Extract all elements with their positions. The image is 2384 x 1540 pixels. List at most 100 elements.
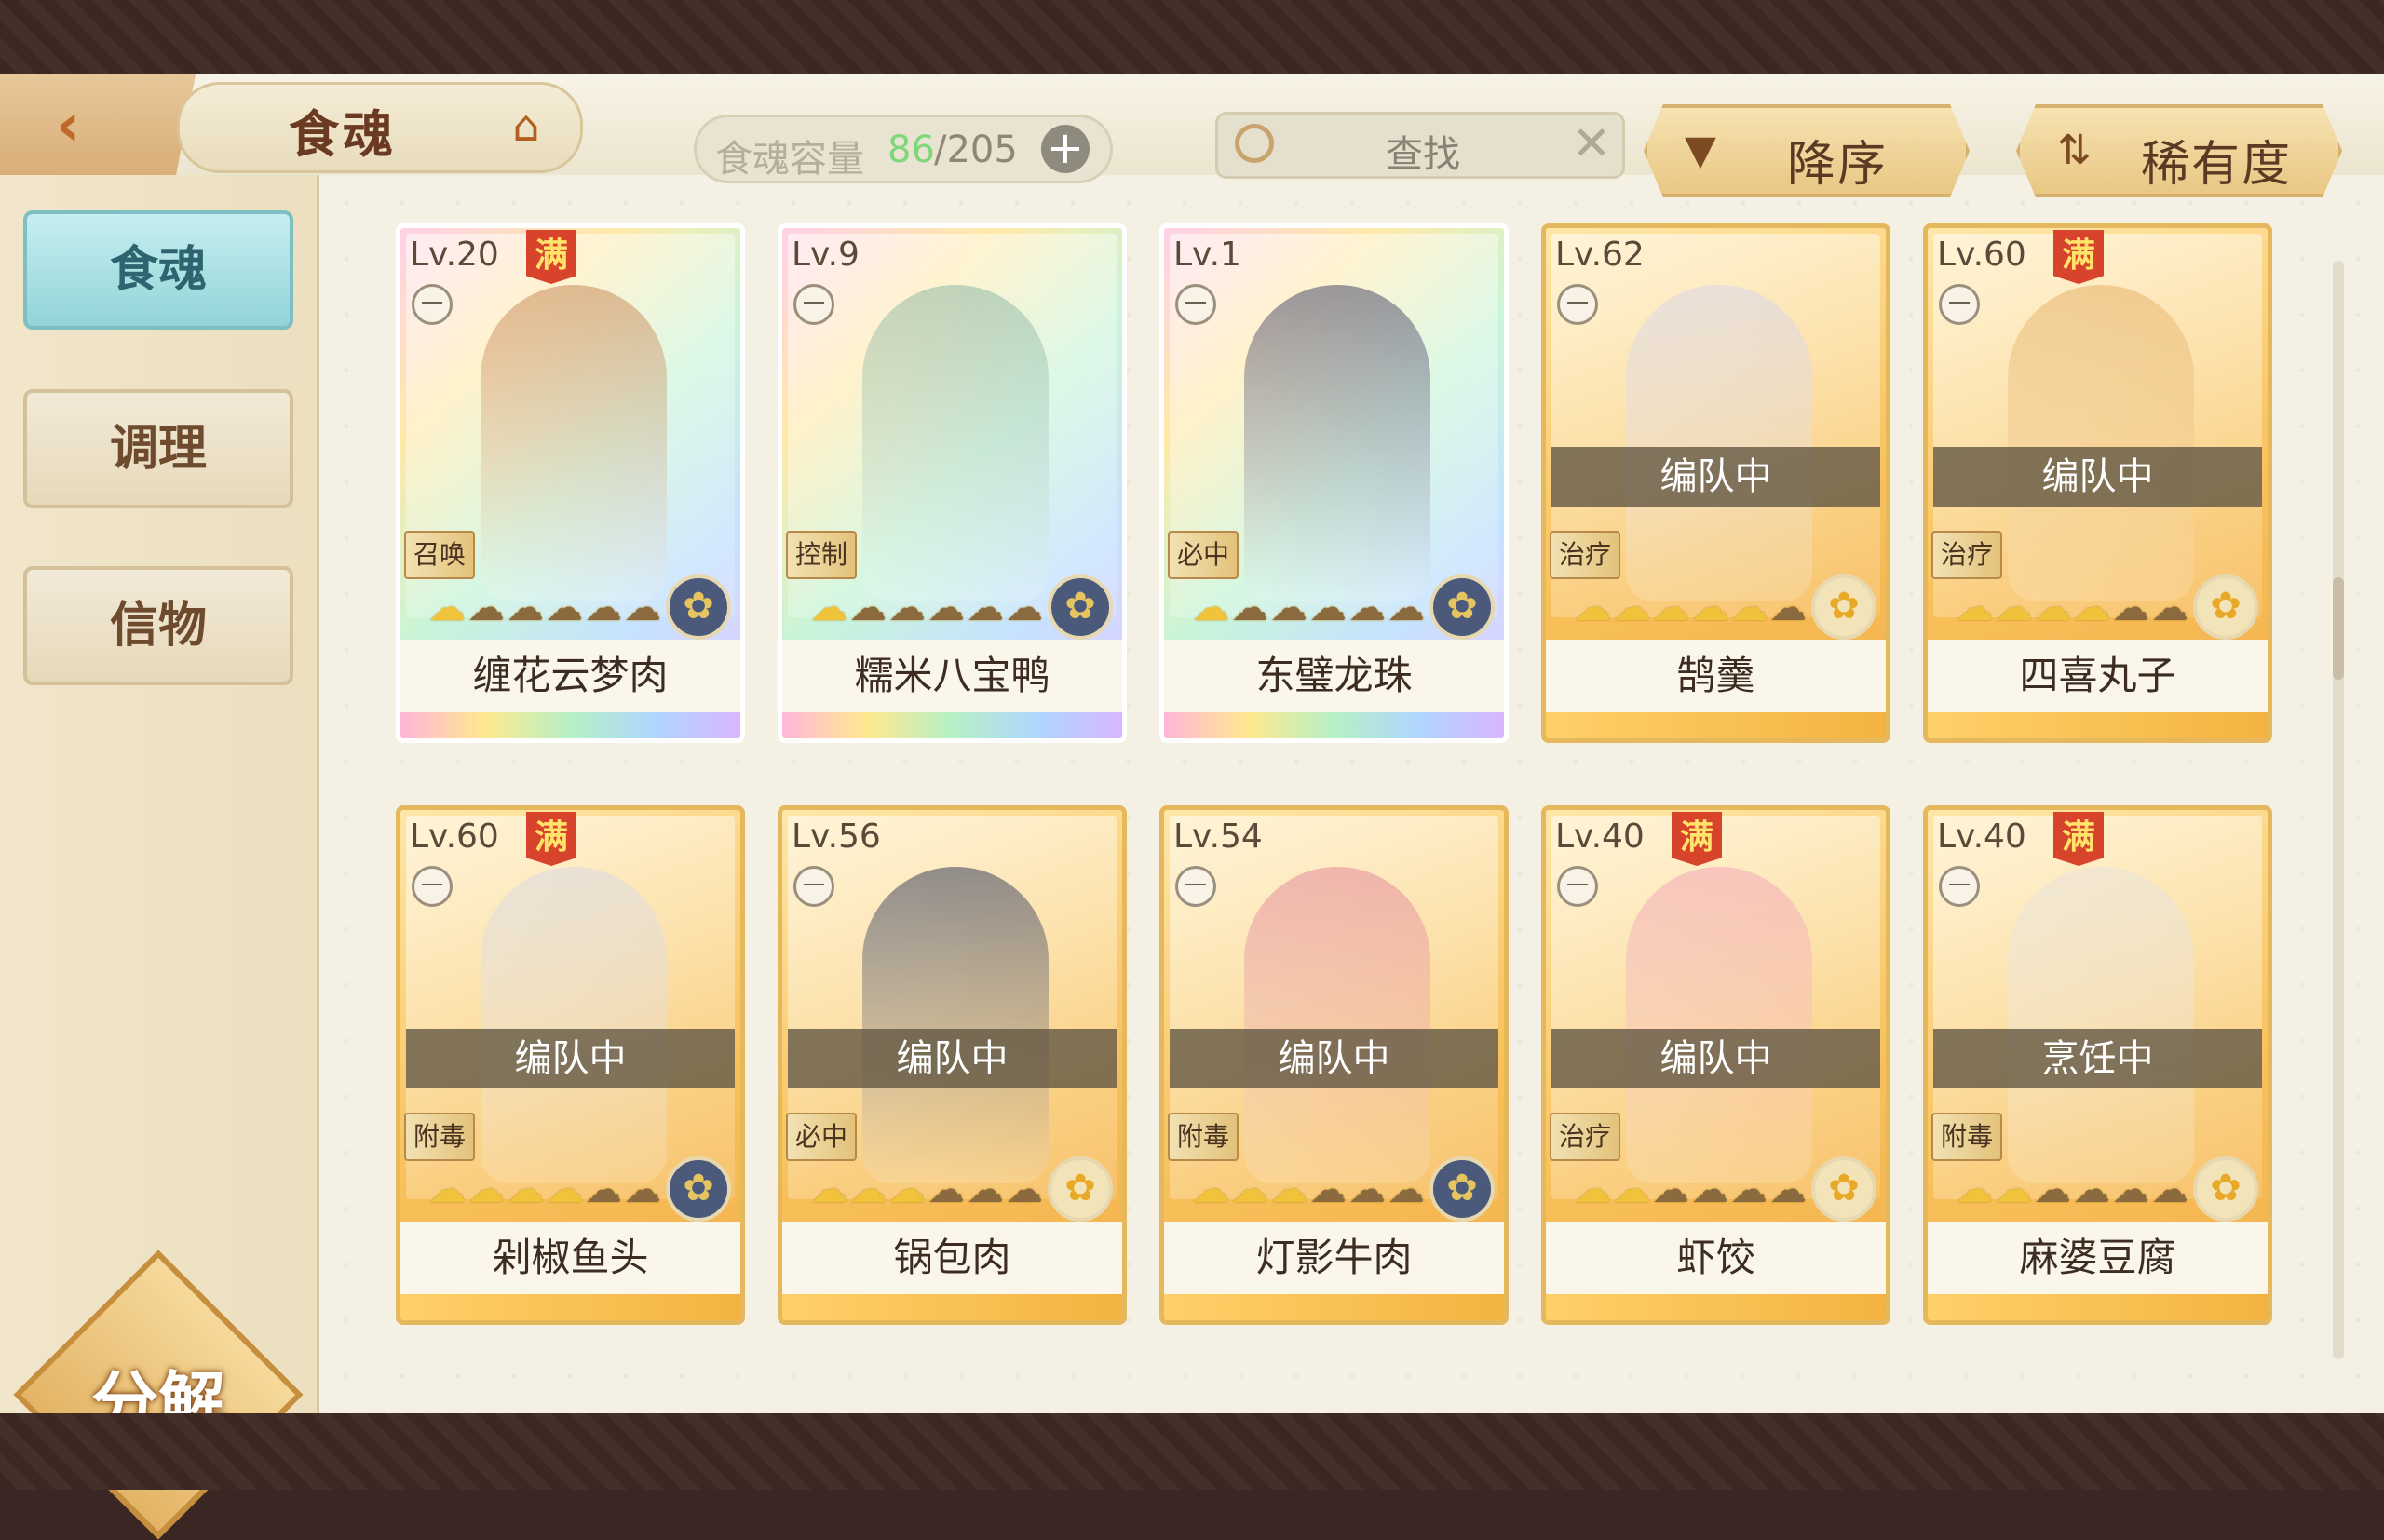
food-soul-card[interactable]: Lv.60 满一编队中 附毒 ☁☁☁☁☁☁ ✿ 剁椒鱼头 [396, 805, 745, 1325]
card-footer [400, 712, 740, 738]
back-button[interactable]: ‹ [0, 74, 196, 175]
character-figure [1244, 285, 1430, 601]
level-label: Lv.1 [1173, 236, 1241, 274]
flower-emblem-icon: ✿ [666, 574, 731, 640]
level-label: Lv.40 [1555, 817, 1645, 856]
flower-emblem-icon: ✿ [1429, 1156, 1495, 1222]
star-empty-icon: ☁ [1388, 1169, 1427, 1211]
sidebar-item-conditioning[interactable]: 调理 [23, 389, 293, 508]
status-label: 烹饪中 [1933, 1029, 2262, 1088]
star-empty-icon: ☁ [585, 1169, 624, 1211]
star-empty-icon: ☁ [2073, 1169, 2112, 1211]
character-figure [1626, 867, 1812, 1183]
star-empty-icon: ☁ [1652, 1169, 1691, 1211]
role-tag: 必中 [1168, 531, 1239, 579]
bowl-icon: 一 [1939, 284, 1980, 325]
food-soul-name: 东璧龙珠 [1164, 640, 1504, 712]
character-figure [1244, 867, 1430, 1183]
header-bar: ‹ 食魂 ⌂ 食魂容量 86 /205 + 查找 ✕ ▼ 降序 ⇅ 稀有度 [0, 74, 2384, 197]
card-footer [1928, 1294, 2268, 1320]
food-soul-card[interactable]: Lv.9 一控制 ☁☁☁☁☁☁ ✿ 糯米八宝鸭 [778, 223, 1127, 743]
star-empty-icon: ☁ [1309, 587, 1348, 629]
star-filled-icon: ☁ [888, 1169, 928, 1211]
level-label: Lv.54 [1173, 817, 1263, 856]
top-frame [0, 0, 2384, 74]
star-filled-icon: ☁ [507, 1169, 546, 1211]
star-empty-icon: ☁ [546, 587, 585, 629]
bowl-icon: 一 [412, 866, 453, 907]
star-filled-icon: ☁ [428, 1169, 467, 1211]
card-footer [1546, 1294, 1886, 1320]
card-footer [1164, 712, 1504, 738]
star-filled-icon: ☁ [849, 1169, 888, 1211]
flower-emblem-icon: ✿ [1811, 574, 1876, 640]
sort-field-button[interactable]: ⇅ 稀有度 [2016, 104, 2342, 197]
status-label: 编队中 [1551, 447, 1880, 507]
search-input[interactable]: 查找 ✕ [1215, 112, 1625, 179]
status-label: 编队中 [788, 1029, 1117, 1088]
bowl-icon: 一 [1557, 284, 1598, 325]
star-empty-icon: ☁ [2112, 587, 2151, 629]
max-level-badge: 满 [526, 230, 576, 284]
character-figure [2008, 285, 2194, 601]
food-soul-card[interactable]: Lv.56 一编队中 必中 ☁☁☁☁☁☁ ✿ 锅包肉 [778, 805, 1127, 1325]
sort-order-button[interactable]: ▼ 降序 [1644, 104, 1970, 197]
star-empty-icon: ☁ [507, 587, 546, 629]
role-tag: 必中 [786, 1113, 857, 1161]
food-soul-card[interactable]: Lv.62 一编队中 治疗 ☁☁☁☁☁☁ ✿ 鹄羹 [1541, 223, 1890, 743]
star-empty-icon: ☁ [1691, 1169, 1730, 1211]
role-tag: 召唤 [404, 531, 475, 579]
food-soul-card[interactable]: Lv.60 满一编队中 治疗 ☁☁☁☁☁☁ ✿ 四喜丸子 [1923, 223, 2272, 743]
star-empty-icon: ☁ [1270, 587, 1309, 629]
back-arrow-icon: ‹ [56, 91, 81, 160]
star-filled-icon: ☁ [1270, 1169, 1309, 1211]
flower-emblem-icon: ✿ [1811, 1156, 1876, 1222]
expand-capacity-button[interactable]: + [1041, 125, 1090, 173]
scrollbar[interactable] [2333, 261, 2344, 1359]
food-soul-card[interactable]: Lv.1 一必中 ☁☁☁☁☁☁ ✿ 东璧龙珠 [1159, 223, 1509, 743]
sidebar-item-food-souls[interactable]: 食魂 [23, 210, 293, 330]
food-soul-card[interactable]: Lv.40 满一烹饪中 附毒 ☁☁☁☁☁☁ ✿ 麻婆豆腐 [1923, 805, 2272, 1325]
character-figure [862, 867, 1049, 1183]
role-tag: 附毒 [1931, 1113, 2002, 1161]
pavilion-icon[interactable]: ⌂ [498, 102, 554, 149]
role-tag: 附毒 [1168, 1113, 1239, 1161]
star-rating: ☁☁☁☁☁☁ [810, 587, 1045, 629]
food-soul-name: 虾饺 [1546, 1222, 1886, 1294]
star-filled-icon: ☁ [810, 1169, 849, 1211]
star-empty-icon: ☁ [1348, 587, 1388, 629]
sidebar: 食魂 调理 信物 分解 [0, 175, 319, 1540]
star-empty-icon: ☁ [1769, 1169, 1808, 1211]
bowl-icon: 一 [1175, 284, 1216, 325]
star-empty-icon: ☁ [1006, 587, 1045, 629]
bowl-icon: 一 [1557, 866, 1598, 907]
level-label: Lv.62 [1555, 236, 1645, 274]
character-figure [1626, 285, 1812, 601]
role-tag: 控制 [786, 531, 857, 579]
star-empty-icon: ☁ [1388, 587, 1427, 629]
food-soul-name: 缠花云梦肉 [400, 640, 740, 712]
star-filled-icon: ☁ [1956, 587, 1995, 629]
star-filled-icon: ☁ [1574, 587, 1613, 629]
star-empty-icon: ☁ [2112, 1169, 2151, 1211]
food-soul-card[interactable]: Lv.40 满一编队中 治疗 ☁☁☁☁☁☁ ✿ 虾饺 [1541, 805, 1890, 1325]
level-label: Lv.20 [410, 236, 499, 274]
star-empty-icon: ☁ [624, 587, 663, 629]
star-filled-icon: ☁ [810, 587, 849, 629]
flower-emblem-icon: ✿ [666, 1156, 731, 1222]
food-soul-card[interactable]: Lv.54 一编队中 附毒 ☁☁☁☁☁☁ ✿ 灯影牛肉 [1159, 805, 1509, 1325]
scroll-thumb[interactable] [2333, 577, 2344, 680]
card-footer [1546, 712, 1886, 738]
food-soul-name: 麻婆豆腐 [1928, 1222, 2268, 1294]
star-empty-icon: ☁ [967, 587, 1006, 629]
food-soul-card[interactable]: Lv.20 满一召唤 ☁☁☁☁☁☁ ✿ 缠花云梦肉 [396, 223, 745, 743]
star-filled-icon: ☁ [1613, 1169, 1652, 1211]
sidebar-item-tokens[interactable]: 信物 [23, 566, 293, 685]
star-rating: ☁☁☁☁☁☁ [1574, 1169, 1808, 1211]
character-figure [481, 285, 667, 601]
sort-field-label: 稀有度 [2141, 137, 2293, 193]
food-soul-name: 锅包肉 [782, 1222, 1122, 1294]
star-empty-icon: ☁ [1231, 587, 1270, 629]
clear-search-button[interactable]: ✕ [1572, 116, 1611, 170]
bowl-icon: 一 [1939, 866, 1980, 907]
